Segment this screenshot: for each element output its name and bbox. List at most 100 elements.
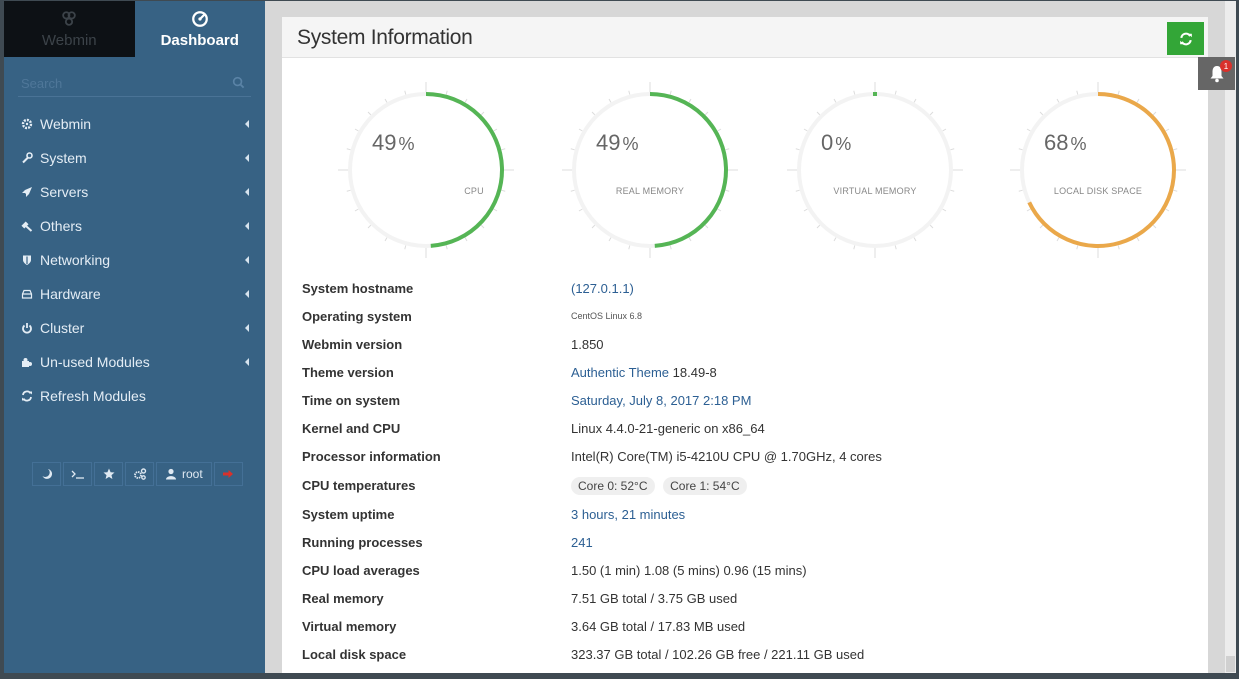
sidebar-item-system[interactable]: System <box>4 141 265 175</box>
info-value: Intel(R) Core(TM) i5-4210U CPU @ 1.70GHz… <box>571 448 882 464</box>
caret-left-icon <box>245 120 249 128</box>
star-icon <box>103 468 114 479</box>
panel-header: System Information <box>282 17 1208 58</box>
gauge-tick <box>367 111 372 116</box>
gauge-tick <box>816 224 821 229</box>
caret-left-icon <box>245 324 249 332</box>
gauge-track <box>797 92 953 248</box>
gauge-tick <box>1152 111 1157 116</box>
notification-count-badge: 1 <box>1220 60 1232 72</box>
info-row-kernel: Kernel and CPU Linux 4.4.0-21-generic on… <box>302 414 1182 442</box>
info-row-virtual-memory: Virtual memory 3.64 GB total / 17.83 MB … <box>302 612 1182 640</box>
gauge-tick <box>704 111 709 116</box>
tab-dashboard[interactable]: Dashboard <box>134 1 265 57</box>
sidebar-toolbar: root <box>32 462 243 486</box>
gauge-tick <box>669 90 672 95</box>
info-row-disk: Local disk space 323.37 GB total / 102.2… <box>302 640 1182 668</box>
scrollbar-thumb[interactable] <box>1226 656 1235 672</box>
gauge-tick <box>445 90 448 95</box>
sidebar-search <box>18 71 251 97</box>
info-row-real-memory: Real memory 7.51 GB total / 3.75 GB used <box>302 584 1182 612</box>
gauge-tick <box>894 90 897 95</box>
gauge-tick <box>384 237 388 242</box>
gauge-tick <box>942 208 947 212</box>
info-label: System uptime <box>302 506 395 522</box>
search-icon[interactable] <box>232 76 245 89</box>
caret-left-icon <box>245 358 249 366</box>
info-row-processes: Running processes 241 <box>302 528 1182 556</box>
gauge-tick <box>493 128 498 132</box>
sidebar-item-networking[interactable]: Networking <box>4 243 265 277</box>
gauge-tick <box>1173 148 1178 151</box>
logout-button[interactable] <box>213 462 243 486</box>
uptime-link[interactable]: 3 hours, 21 minutes <box>571 507 1182 522</box>
gauge-tick <box>1026 208 1031 212</box>
gauge-tick <box>570 148 575 151</box>
user-name: root <box>182 467 203 481</box>
search-input[interactable] <box>18 71 251 95</box>
sidebar-item-label: Refresh Modules <box>40 388 146 404</box>
user-button[interactable]: root <box>156 462 212 486</box>
night-mode-button[interactable] <box>32 462 61 486</box>
page-scrollbar[interactable] <box>1225 1 1236 674</box>
tab-webmin[interactable]: Webmin <box>4 1 135 57</box>
system-info-panel: System Information 49% CPU 49% REAL MEMO… <box>282 17 1208 674</box>
gauge-value: 0% <box>821 130 852 155</box>
info-label: Running processes <box>302 534 423 550</box>
gauge-tick <box>717 208 722 212</box>
gauge-value-arc <box>425 92 504 248</box>
processes-link[interactable]: 241 <box>571 535 1182 550</box>
gauge-tick <box>717 128 722 132</box>
info-row-theme-version: Theme version Authentic Theme 18.49-8 <box>302 358 1182 386</box>
gauge-tick <box>1026 128 1031 132</box>
info-row-processor: Processor information Intel(R) Core(TM) … <box>302 442 1182 470</box>
gauge-value-arc <box>1027 92 1176 248</box>
info-label: Operating system <box>302 308 412 324</box>
info-label: Local disk space <box>302 646 407 662</box>
gauge-tick <box>591 224 596 229</box>
tab-webmin-label: Webmin <box>41 31 97 49</box>
wrench-icon <box>20 151 34 165</box>
info-value: 3.64 GB total / 17.83 MB used <box>571 618 746 634</box>
gauge-tick <box>608 98 612 103</box>
hostname-link[interactable]: (127.0.1.1) <box>571 281 1182 296</box>
refresh-icon <box>1179 32 1192 45</box>
refresh-button[interactable] <box>1167 22 1204 55</box>
temp-badge: Core 1: 54°C <box>663 476 747 495</box>
gauge-value-arc <box>649 92 728 248</box>
gauge-tick <box>1165 128 1170 132</box>
settings-button[interactable] <box>125 462 154 486</box>
gauge-tick <box>894 245 897 250</box>
sidebar-item-label: Servers <box>40 184 89 200</box>
sidebar-switch: Webmin Dashboard <box>4 1 265 57</box>
window-bottom-border <box>0 673 1239 679</box>
dashboard-gauge-icon <box>191 10 208 27</box>
notifications-button[interactable]: 1 <box>1198 57 1235 90</box>
gauge-tick <box>445 245 448 250</box>
gauge-tick <box>816 111 821 116</box>
sidebar-item-others[interactable]: Others <box>4 209 265 243</box>
sidebar-item-label: Un-used Modules <box>40 354 150 370</box>
gauge-tick <box>404 245 407 250</box>
sidebar-item-unused-modules[interactable]: Un-used Modules <box>4 345 265 379</box>
sidebar-item-label: System <box>40 150 87 166</box>
gauge-tick <box>628 245 631 250</box>
gauge-tick <box>480 111 485 116</box>
theme-link[interactable]: Authentic Theme <box>571 365 669 380</box>
sign-out-icon <box>223 470 234 478</box>
info-row-uptime: System uptime 3 hours, 21 minutes <box>302 500 1182 528</box>
sidebar-item-hardware[interactable]: Hardware <box>4 277 265 311</box>
gauge-tick <box>1117 90 1120 95</box>
sidebar-item-refresh-modules[interactable]: Refresh Modules <box>4 379 265 413</box>
sidebar-item-webmin[interactable]: Webmin <box>4 107 265 141</box>
time-link[interactable]: Saturday, July 8, 2017 2:18 PM <box>571 393 1182 408</box>
gauge-tick <box>688 237 692 242</box>
system-info-table: System hostname (127.0.1.1) Operating sy… <box>302 274 1182 668</box>
gauge-tick <box>591 111 596 116</box>
info-label: Kernel and CPU <box>302 420 401 436</box>
app-window: Webmin Dashboard Search Webmin System Se… <box>4 1 1236 674</box>
sidebar-item-cluster[interactable]: Cluster <box>4 311 265 345</box>
favorites-button[interactable] <box>94 462 123 486</box>
terminal-button[interactable] <box>63 462 92 486</box>
sidebar-item-servers[interactable]: Servers <box>4 175 265 209</box>
